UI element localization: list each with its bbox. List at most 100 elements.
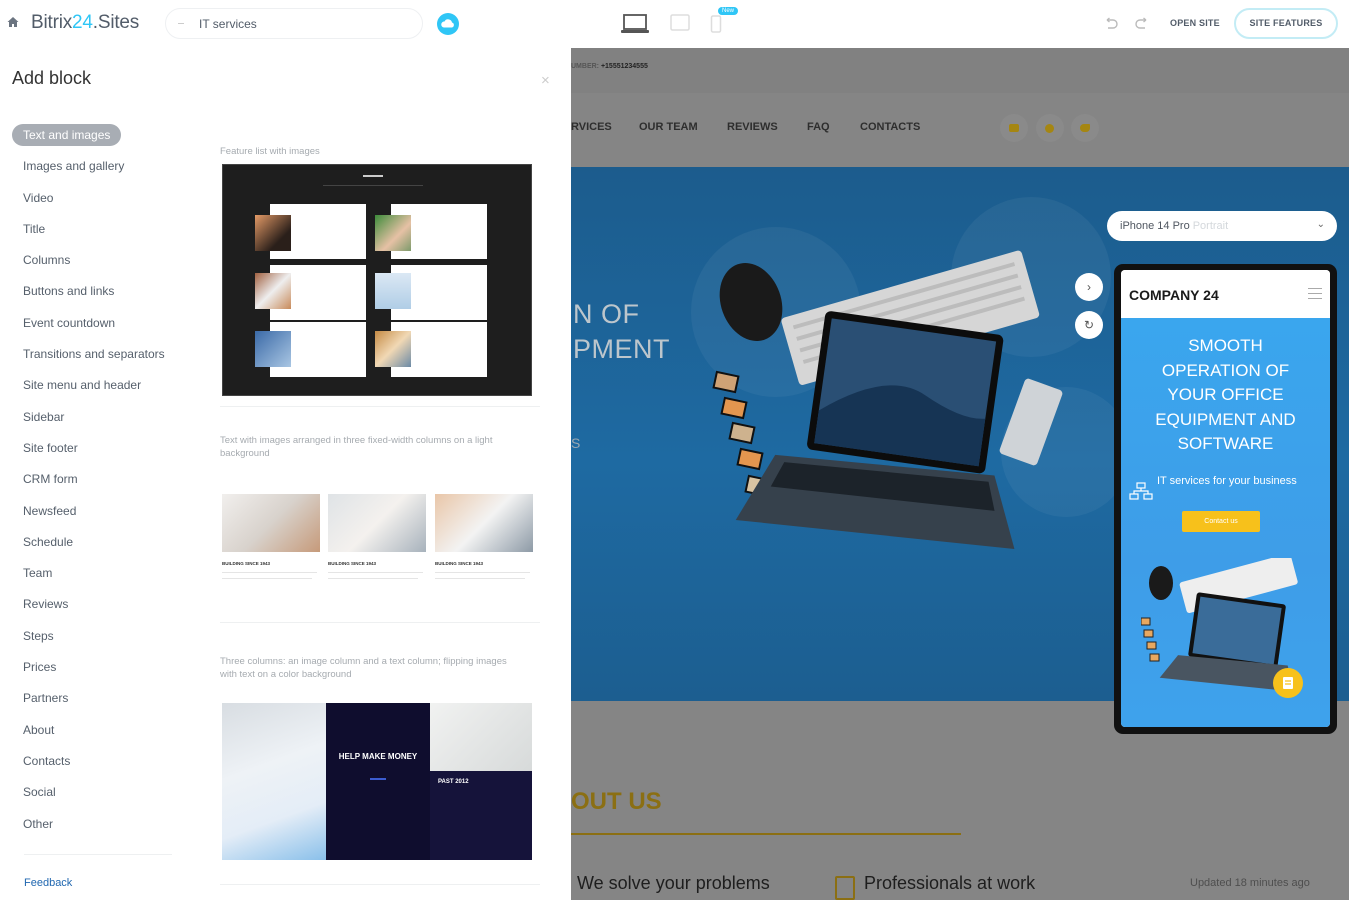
preview-text-column: HELP MAKE MONEY [326,703,430,860]
redo-icon[interactable] [1134,16,1150,32]
category-item[interactable]: Sidebar [12,406,182,437]
category-item[interactable]: Images and gallery [12,155,182,186]
category-label: Video [23,190,54,205]
category-item[interactable]: Text and images [12,124,182,155]
contact-us-button[interactable]: Contact us [1182,511,1260,532]
youtube-icon[interactable] [1000,114,1028,142]
book-icon [835,876,855,900]
category-label: Site menu and header [23,378,142,393]
category-item[interactable]: CRM form [12,468,182,499]
block-preview-feature-list[interactable] [222,164,532,396]
about-underline [571,833,961,835]
phone-number: UMBER: +15551234555 [571,63,648,70]
category-label: Columns [23,253,71,268]
category-item[interactable]: Other [12,813,182,844]
category-label: Images and gallery [23,159,125,174]
category-item[interactable]: Reviews [12,593,182,624]
preview-image [375,215,411,251]
twitter-icon[interactable] [1071,114,1099,142]
category-item[interactable]: Contacts [12,750,182,781]
category-label: Title [23,221,46,236]
category-label: Contacts [23,753,71,768]
feedback-link[interactable]: Feedback [24,877,72,889]
brand-logo[interactable]: Bitrix24.Sites [31,12,139,34]
site-name-field[interactable]: IT services [165,8,423,39]
preview-title: BUILDING SINCE 1943 [435,561,484,566]
hero-heading: N OF PMENT [573,299,670,364]
category-label: About [23,722,55,737]
category-item[interactable]: Schedule [12,531,182,562]
category-label: Prices [23,660,57,675]
category-item[interactable]: Team [12,562,182,593]
hero-devices-image [712,250,1063,550]
preview-image [435,494,533,552]
category-item[interactable]: Prices [12,656,182,687]
mobile-hero: SMOOTH OPERATION OF YOUR OFFICE EQUIPMEN… [1121,318,1330,727]
form-fab-icon[interactable] [1273,668,1303,698]
category-label: CRM form [23,472,78,487]
category-item[interactable]: Buttons and links [12,280,182,311]
add-block-panel: Add block × Text and images Images and ga… [0,48,571,900]
menu-icon[interactable] [1308,288,1322,299]
mobile-preview: COMPANY 24 SMOOTH OPERATION OF YOUR OFFI… [1114,264,1337,734]
nav-item-our-team[interactable]: OUR TEAM [639,121,698,133]
nav-item-faq[interactable]: FAQ [807,121,830,133]
category-label: Sidebar [23,409,65,424]
nav-item-contacts[interactable]: CONTACTS [860,121,920,133]
chevron-right-icon[interactable]: › [1075,273,1103,301]
open-site-link[interactable]: OPEN SITE [1170,18,1220,28]
divider [24,854,172,855]
mobile-logo: COMPANY 24 [1129,287,1219,303]
preview-text-line [222,578,312,579]
category-item[interactable]: Event countdown [12,312,182,343]
close-icon[interactable]: × [541,72,550,89]
category-label: Transitions and separators [23,347,165,362]
nav-item-services[interactable]: RVICES [571,121,612,133]
top-bar: Bitrix24.Sites IT services New OPEN SITE… [0,0,1349,48]
preview-image [255,331,291,367]
block-preview-three-columns[interactable]: BUILDING SINCE 1943 BUILDING SINCE 1943 … [222,494,534,594]
laptop-icon[interactable] [620,13,650,35]
pinterest-icon[interactable] [1036,114,1064,142]
about-title: OUT US [571,788,662,815]
category-item[interactable]: Social [12,781,182,812]
feature-1: We solve your problems [577,873,770,893]
tablet-icon[interactable] [669,13,691,33]
mobile-header: COMPANY 24 [1121,270,1330,318]
preview-title: BUILDING SINCE 1943 [222,561,271,566]
panel-title: Add block [12,68,92,88]
preview-image [255,215,291,251]
undo-icon[interactable] [1103,16,1119,32]
dash-icon [178,23,184,24]
feature-2: Professionals at work [864,873,1036,893]
divider [220,884,540,885]
category-item[interactable]: Newsfeed [12,500,182,531]
category-label: Team [23,566,53,581]
accent-bar [370,778,386,780]
category-item[interactable]: Partners [12,687,182,718]
category-item[interactable]: About [12,719,182,750]
category-item[interactable]: Columns [12,249,182,280]
phone-icon[interactable] [710,14,722,34]
category-item[interactable]: Video [12,187,182,218]
network-icon [1129,482,1153,500]
device-select[interactable]: iPhone 14 Pro Portrait ⌄ [1107,211,1337,241]
block-description: Text with images arranged in three fixed… [220,435,493,459]
divider [220,406,540,407]
site-features-button[interactable]: SITE FEATURES [1234,8,1338,39]
home-icon[interactable] [6,15,20,29]
category-item[interactable]: Steps [12,625,182,656]
category-label: Newsfeed [23,503,77,518]
rotate-icon[interactable]: ↻ [1075,311,1103,339]
nav-item-reviews[interactable]: REVIEWS [727,121,778,133]
preview-image [222,703,326,860]
category-item[interactable]: Transitions and separators [12,343,182,374]
mobile-screen: COMPANY 24 SMOOTH OPERATION OF YOUR OFFI… [1121,270,1330,727]
category-item[interactable]: Title [12,218,182,249]
category-item[interactable]: Site menu and header [12,374,182,405]
category-item[interactable]: Site footer [12,437,182,468]
cloud-icon[interactable] [437,13,459,35]
block-preview-flipping-images[interactable]: HELP MAKE MONEY PAST 2012 [222,703,532,860]
category-label: Site footer [23,440,78,455]
category-label: Steps [23,628,54,643]
